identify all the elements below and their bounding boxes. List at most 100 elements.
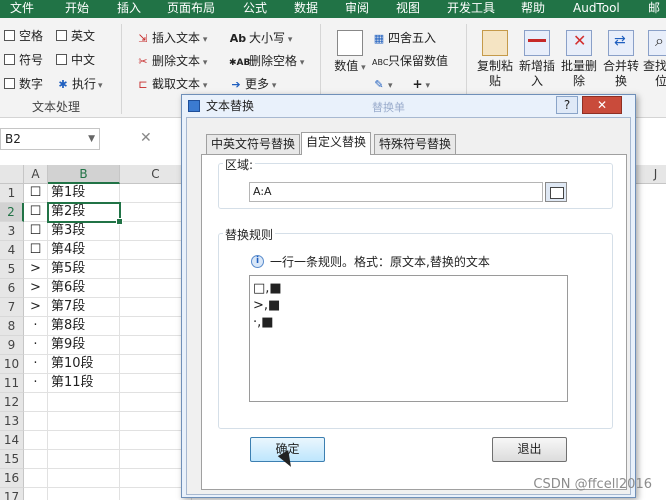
select-all-corner[interactable]	[0, 165, 24, 184]
number-button[interactable]: 数值 ▾	[332, 30, 368, 76]
checkbox-number[interactable]: 数字	[4, 75, 43, 93]
column-header-b[interactable]: B	[48, 165, 120, 184]
tab-custom-replace[interactable]: 自定义替换	[301, 132, 372, 155]
cell-b[interactable]: 第3段	[48, 222, 120, 241]
merge-convert-button[interactable]: 合并转换	[603, 30, 639, 89]
cell-a[interactable]: ☐	[24, 241, 48, 260]
tab-developer[interactable]: 开发工具	[447, 0, 495, 18]
keep-number-button[interactable]: ABC只保留数值	[372, 52, 448, 70]
checkbox-symbol[interactable]: 符号	[4, 51, 43, 69]
tab-data[interactable]: 数据	[294, 0, 318, 18]
tab-audtool[interactable]: AudTool	[573, 0, 620, 18]
cell-a[interactable]	[24, 393, 48, 412]
cell-b[interactable]	[48, 469, 120, 488]
cell-a[interactable]	[24, 450, 48, 469]
row-header[interactable]: 1	[0, 184, 24, 203]
cell-a[interactable]: ·	[24, 374, 48, 393]
number-extra-button[interactable]: ✎ ▾ + ▾	[372, 75, 430, 93]
cell-a[interactable]: ·	[24, 355, 48, 374]
row-header[interactable]: 4	[0, 241, 24, 260]
cell-b[interactable]: 第5段	[48, 260, 120, 279]
cell-b[interactable]	[48, 488, 120, 500]
exit-button[interactable]: 退出	[492, 437, 567, 462]
cancel-edit-icon[interactable]: ✕	[140, 130, 152, 146]
row-header[interactable]: 2	[0, 203, 24, 222]
tab-special-symbol[interactable]: 特殊符号替换	[374, 134, 457, 154]
tab-file[interactable]: 文件	[10, 0, 34, 18]
find-locate-button[interactable]: 查找定位	[643, 30, 666, 89]
cell-b[interactable]	[48, 431, 120, 450]
tab-mail[interactable]: 邮件	[648, 0, 666, 32]
row-header[interactable]: 5	[0, 260, 24, 279]
help-button[interactable]: ?	[556, 96, 578, 114]
more-button[interactable]: ➔ 更多 ▾	[229, 75, 276, 93]
round-button[interactable]: ▦ 四舍五入	[372, 29, 436, 47]
row-header[interactable]: 10	[0, 355, 24, 374]
tab-formulas[interactable]: 公式	[243, 0, 267, 18]
tab-view[interactable]: 视图	[396, 0, 420, 18]
tab-cn-en-symbol[interactable]: 中英文符号替换	[206, 134, 301, 154]
remove-space-button[interactable]: ✱AB删除空格 ▾	[229, 52, 304, 70]
close-button[interactable]: ✕	[582, 96, 622, 114]
insert-text-button[interactable]: ⇲ 插入文本 ▾	[136, 29, 207, 47]
row-header[interactable]: 3	[0, 222, 24, 241]
cell-b[interactable]	[48, 412, 120, 431]
tab-home[interactable]: 开始	[65, 0, 89, 18]
row-header[interactable]: 15	[0, 450, 24, 469]
execute-button[interactable]: ✱ 执行 ▾	[56, 75, 102, 93]
cell-a[interactable]	[24, 412, 48, 431]
copy-paste-button[interactable]: 复制粘贴	[477, 30, 513, 89]
cell-b[interactable]: 第1段	[48, 184, 120, 203]
tab-help[interactable]: 帮助	[521, 0, 545, 18]
cell-a[interactable]: ☐	[24, 222, 48, 241]
checkbox-chinese[interactable]: 中文	[56, 51, 95, 69]
cell-b[interactable]: 第8段	[48, 317, 120, 336]
cell-a[interactable]	[24, 469, 48, 488]
row-header[interactable]: 11	[0, 374, 24, 393]
tab-insert[interactable]: 插入	[117, 0, 141, 18]
row-header[interactable]: 14	[0, 431, 24, 450]
cell-a[interactable]: >	[24, 298, 48, 317]
extract-text-button[interactable]: ⊏ 截取文本 ▾	[136, 75, 207, 93]
tab-page-layout[interactable]: 页面布局	[167, 0, 215, 18]
cell-b[interactable]: 第7段	[48, 298, 120, 317]
row-header[interactable]: 12	[0, 393, 24, 412]
row-header[interactable]: 6	[0, 279, 24, 298]
cell-b[interactable]: 第9段	[48, 336, 120, 355]
add-insert-button[interactable]: 新增插入	[519, 30, 555, 89]
delete-text-button[interactable]: ✂ 删除文本 ▾	[136, 52, 207, 70]
column-header-j[interactable]: J	[636, 165, 666, 184]
row-header[interactable]: 16	[0, 469, 24, 488]
case-button[interactable]: Ab 大小写 ▾	[229, 29, 293, 47]
cell-a[interactable]: ☐	[24, 184, 48, 203]
column-header-a[interactable]: A	[24, 165, 48, 184]
cell-a[interactable]: ·	[24, 336, 48, 355]
row-header[interactable]: 7	[0, 298, 24, 317]
batch-delete-button[interactable]: 批量删除	[561, 30, 597, 89]
row-header[interactable]: 8	[0, 317, 24, 336]
cell-a[interactable]: >	[24, 279, 48, 298]
checkbox-english[interactable]: 英文	[56, 27, 95, 45]
row-header[interactable]: 13	[0, 412, 24, 431]
cell-a[interactable]: ·	[24, 317, 48, 336]
cell-a[interactable]	[24, 431, 48, 450]
cell-b[interactable]: 第4段	[48, 241, 120, 260]
select-range-icon[interactable]	[545, 182, 567, 202]
rules-textarea[interactable]: □,■ >,■ ·,■	[249, 275, 568, 402]
active-cell-b2[interactable]	[47, 202, 123, 225]
cell-b[interactable]: 第11段	[48, 374, 120, 393]
area-input[interactable]: A:A	[249, 182, 543, 202]
cell-a[interactable]: >	[24, 260, 48, 279]
checkbox-space[interactable]: 空格	[4, 27, 43, 45]
row-header[interactable]: 17	[0, 488, 24, 500]
name-box[interactable]: B2 ▼	[0, 128, 100, 150]
cell-b[interactable]: 第6段	[48, 279, 120, 298]
cell-b[interactable]	[48, 393, 120, 412]
plus-icon: +	[412, 77, 423, 91]
cell-a[interactable]	[24, 488, 48, 500]
cell-b[interactable]: 第10段	[48, 355, 120, 374]
cell-a[interactable]: ☐	[24, 203, 48, 222]
tab-review[interactable]: 审阅	[345, 0, 369, 18]
cell-b[interactable]	[48, 450, 120, 469]
row-header[interactable]: 9	[0, 336, 24, 355]
